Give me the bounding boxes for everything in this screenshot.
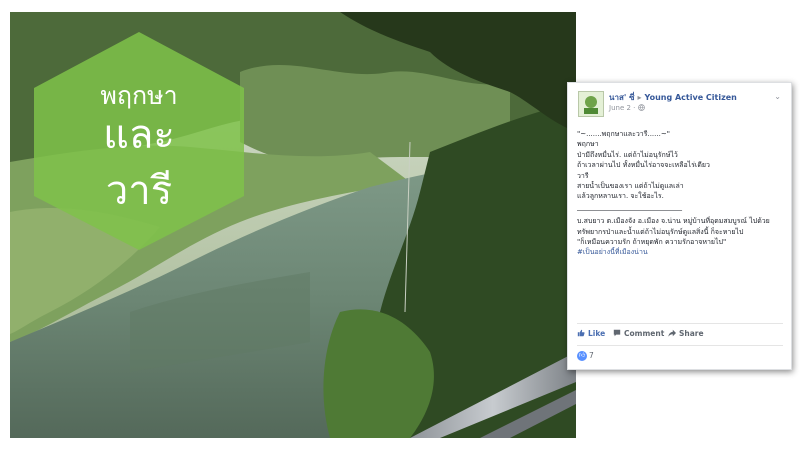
comment-label: Comment <box>624 329 665 338</box>
title-hexagon: พฤกษา และ วารี <box>30 30 248 252</box>
post-line: สายน้ำเป็นของเรา แต่ถ้าไม่ดูแลเล่า <box>577 182 684 191</box>
author-name[interactable]: นาส' ซี่ <box>609 93 635 102</box>
avatar[interactable] <box>578 91 604 117</box>
page-name-link[interactable]: Young Active Citizen <box>645 93 737 102</box>
separator-line: ______________________________ <box>577 202 682 211</box>
hashtag-link[interactable]: #เป็นอย่างนี้ที่เมืองน่าน <box>577 247 785 257</box>
post-line: "~.......พฤกษาและวารี......~" <box>577 130 670 138</box>
post-line: ป่ามีถึงหมื่นไร่. แต่ถ้าไม่อนุรักษ์ไว้ <box>577 150 678 159</box>
like-label: Like <box>588 329 606 338</box>
facebook-post-card: นาส' ซี่ ▸ Young Active Citizen June 2 · ⌄… <box>567 82 792 370</box>
reaction-count: 7 <box>589 351 594 360</box>
post-date-text: June 2 · <box>609 104 638 112</box>
like-reaction-icon: 👍︎ <box>577 351 587 361</box>
share-arrow-icon: ▸ <box>637 93 642 102</box>
comment-icon <box>613 329 621 338</box>
like-button[interactable]: Like <box>577 329 605 338</box>
post-actions: Like Comment Share <box>577 329 783 343</box>
title-line-3: วารี <box>105 168 173 214</box>
river-photo: พฤกษา และ วารี <box>10 12 576 438</box>
title-line-2: และ <box>103 112 175 158</box>
post-quote: "ก็เหมือนความรัก ถ้าหยุดพัก ความรักอาจหา… <box>577 238 727 247</box>
post-line: แล้วลูกหลานเรา. จะใช้อะไร. <box>577 192 664 201</box>
comment-button[interactable]: Comment <box>613 329 664 338</box>
divider <box>577 345 783 346</box>
post-header: นาส' ซี่ ▸ Young Active Citizen <box>609 91 737 104</box>
post-line: ถ้าเวลาผ่านไป ทั้งหมื่นไร่อาจจะเหลือไร่เ… <box>577 161 710 170</box>
post-date[interactable]: June 2 · <box>609 104 645 112</box>
share-button[interactable]: Share <box>668 329 704 338</box>
chevron-down-icon[interactable]: ⌄ <box>774 92 781 101</box>
post-text: "~.......พฤกษาและวารี......~" พฤกษา ป่าม… <box>577 129 785 258</box>
post-line: วารี <box>577 171 589 180</box>
thumbs-up-icon <box>577 329 585 338</box>
post-paragraph: บ.สบยาว ต.เมืองจัง อ.เมือง จ.น่าน หมู่บ้… <box>577 217 770 236</box>
share-icon <box>668 329 676 338</box>
share-label: Share <box>679 329 704 338</box>
avatar-image <box>579 92 603 116</box>
post-line: พฤกษา <box>577 140 599 149</box>
divider <box>577 323 783 324</box>
reactions-summary[interactable]: 👍︎ 7 <box>577 351 594 361</box>
globe-icon <box>637 104 645 112</box>
